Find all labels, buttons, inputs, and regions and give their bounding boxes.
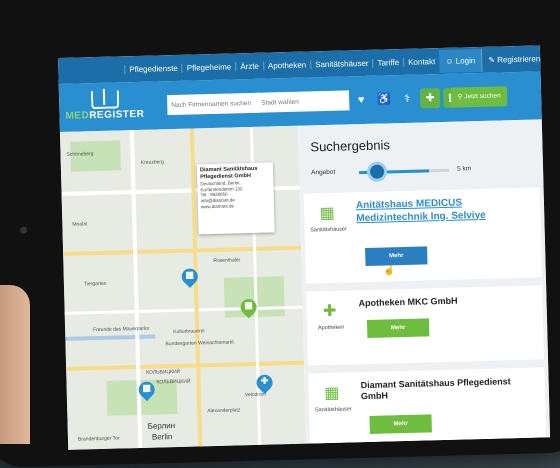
map-label: Alexanderplatz	[207, 407, 241, 415]
nav-apotheken[interactable]: Apotheken	[262, 59, 311, 71]
slider-handle[interactable]	[366, 161, 388, 182]
more-button[interactable]: Mehr	[369, 414, 432, 434]
card-category: Sanitätshäuser	[314, 406, 352, 414]
hospital-icon: ▦	[142, 382, 152, 393]
nav-pflegedienste[interactable]: Pflegedienste	[124, 63, 182, 74]
stethoscope-icon[interactable]: ⚕	[397, 89, 418, 110]
hand	[0, 285, 30, 444]
result-card: ✚ Apotheken Apotheken MKC GmbH Mehr	[306, 285, 545, 366]
logo-text: MEDREGISTER	[65, 108, 145, 122]
register-button[interactable]: ✎ Registrieren	[480, 46, 547, 72]
search-button[interactable]: ⚲ Jetzt suchen	[450, 86, 508, 108]
map-marker[interactable]: ▦	[178, 265, 202, 288]
map-marker[interactable]: ▦	[237, 295, 260, 319]
map-info-window: Diamant Sanitätshaus Pflegedienst GmbH D…	[196, 162, 275, 235]
map-label: Kreuzberg	[140, 159, 164, 166]
tablet-screen: Pflegedienste Pflegeheime Ärzte Apotheke…	[58, 45, 551, 450]
heart-pulse-icon[interactable]: ♥	[351, 90, 372, 111]
logo[interactable]: MEDREGISTER	[65, 89, 156, 127]
map-label: КОЛЬВИЦКИЙ	[156, 378, 191, 386]
wheelchair-icon[interactable]: ♿	[374, 89, 395, 110]
map-label: Tiergarten	[83, 280, 107, 288]
map-label: Kulturbrauerei	[173, 328, 205, 336]
map-label: Берлин	[147, 421, 176, 431]
user-icon: ☺	[445, 56, 454, 66]
result-card: ▦ Sanitätshäuser Anitätshaus MEDICUS Med…	[303, 187, 542, 284]
map-marker[interactable]: ✚	[253, 371, 276, 395]
card-title[interactable]: Anitätshaus MEDICUS Medizintechnik Ing. …	[356, 196, 533, 226]
hospital-icon: ▦	[324, 384, 340, 403]
map-label: Brandenburger Tor	[77, 435, 120, 443]
pharmacy-cross-icon: ✚	[322, 302, 337, 321]
nav-pflegeheime[interactable]: Pflegeheime	[181, 61, 236, 73]
map-label: Bundesgarten Weinachtsmarkt	[165, 339, 234, 348]
card-title[interactable]: Diamant Sanitätshaus Pflegedienst GmbH	[361, 376, 538, 403]
hospital-icon: ▦	[319, 204, 335, 223]
map-label: Schöneberg	[66, 151, 94, 158]
pharmacy-cross-icon: ✚	[260, 375, 269, 386]
card-category: Sanitätshäuser	[310, 226, 348, 234]
map-road	[66, 360, 305, 371]
nav-kontakt[interactable]: Kontakt	[403, 56, 440, 67]
city-select[interactable]	[256, 90, 350, 113]
map[interactable]: Schöneberg Kreuzberg Moabit Freunde des …	[59, 125, 307, 450]
card-category: Apotheken	[317, 324, 345, 332]
hospital-icon: ▦	[244, 299, 253, 311]
category-filter: ♥ ♿ ⚕ ✚ ▦	[351, 87, 464, 111]
search-button-label: Jetzt suchen	[464, 92, 501, 101]
login-label: Login	[455, 55, 476, 66]
register-label: Registrieren	[497, 53, 541, 65]
distance-value: 5 km	[456, 165, 472, 173]
map-label: Moabit	[72, 221, 88, 228]
map-label: КОЛЬВИЦКИЙ	[146, 368, 181, 376]
edit-icon: ✎	[488, 55, 496, 65]
map-river	[65, 334, 156, 341]
company-search-input[interactable]	[167, 92, 260, 116]
more-button[interactable]: Mehr	[365, 246, 428, 267]
pharmacy-cross-icon[interactable]: ✚	[419, 88, 441, 109]
map-label: Berlin	[151, 432, 173, 442]
nav-sanitaetshaeuser[interactable]: Sanitätshäuser	[310, 58, 373, 69]
search-icon: ⚲	[457, 93, 463, 101]
results-title: Suchergebnis	[310, 137, 391, 155]
hospital-icon: ▦	[185, 269, 195, 280]
map-label: Rosenthaler	[213, 257, 241, 265]
info-website[interactable]: www.diamant.de	[201, 203, 271, 211]
map-road	[63, 245, 302, 256]
camera	[19, 226, 28, 234]
book-icon	[90, 90, 120, 110]
login-button[interactable]: ☺ Login	[438, 48, 482, 73]
range-label: Angebot	[311, 168, 336, 177]
result-card: ▦ Sanitätshäuser Diamant Sanitätshaus Pf…	[308, 367, 547, 444]
more-button[interactable]: Mehr	[366, 318, 430, 338]
map-label: Freunde des Mauerparks	[93, 325, 150, 334]
nav-aerzte[interactable]: Ärzte	[235, 61, 264, 71]
card-title[interactable]: Apotheken MKC GmbH	[358, 294, 534, 310]
map-marker[interactable]: ▦	[135, 378, 159, 402]
results-panel: Suchergebnis Angebot 5 km ▦ Sanitätshäus…	[297, 119, 551, 444]
hand-cursor-icon: ☝	[383, 265, 396, 276]
nav-tariffe[interactable]: Tariffe	[372, 57, 404, 68]
